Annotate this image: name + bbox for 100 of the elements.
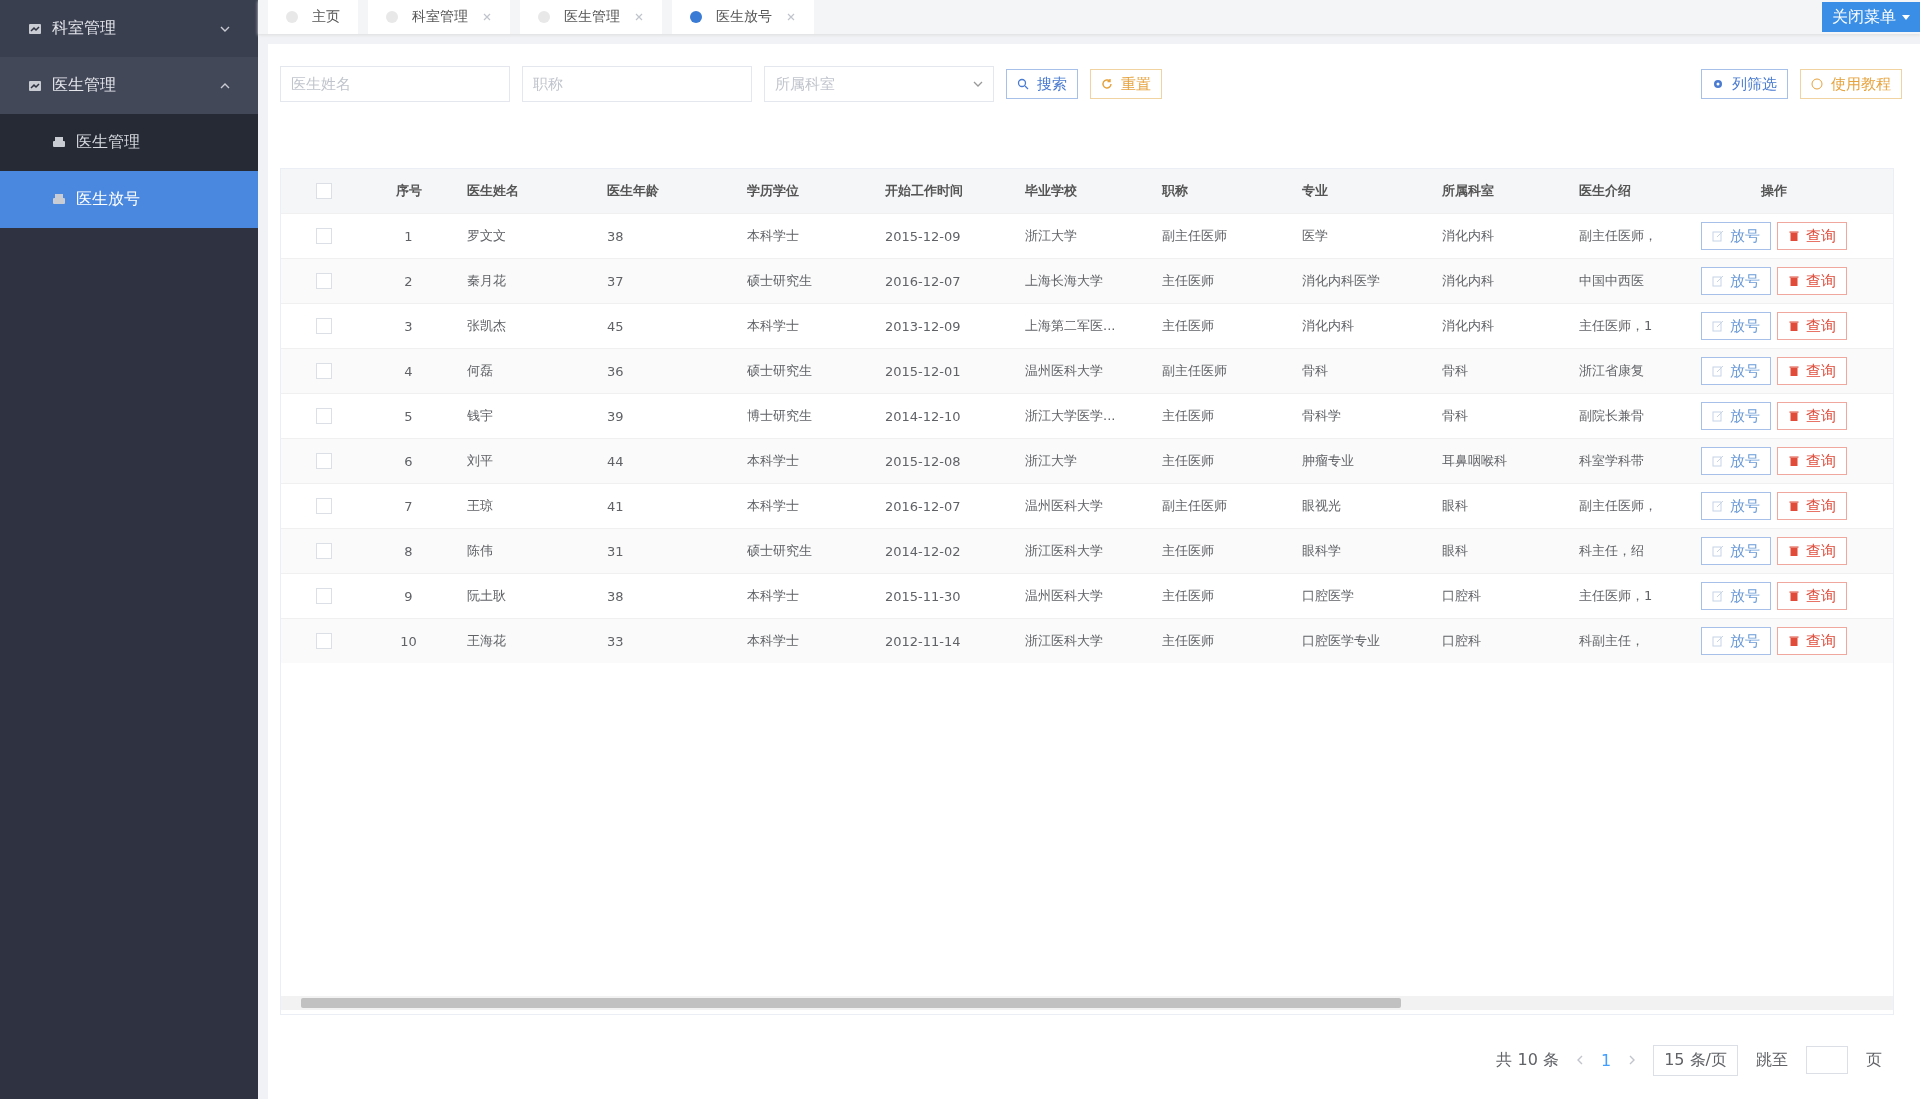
table-cell: 2014-12-02 [885, 543, 961, 559]
tab[interactable]: 医生管理 [520, 0, 662, 34]
query-button[interactable]: 查询 [1776, 312, 1847, 340]
table-cell: 41 [607, 498, 624, 514]
column-header: 学历学位 [747, 182, 799, 200]
close-icon[interactable] [634, 12, 644, 22]
release-button[interactable]: 放号 [1700, 492, 1771, 520]
table-cell: 阮土耿 [467, 587, 506, 605]
table-cell: 耳鼻咽喉科 [1442, 452, 1507, 470]
page-number[interactable]: 1 [1600, 1050, 1612, 1070]
close-icon[interactable] [786, 12, 796, 22]
menu-item[interactable]: 医生管理 [0, 57, 258, 114]
table-cell: 本科学士 [747, 587, 799, 605]
caret-icon [1902, 14, 1910, 20]
checkbox[interactable] [315, 318, 332, 334]
column-filter-button[interactable]: 列筛选 [1701, 69, 1788, 99]
tab-label: 科室管理 [412, 8, 468, 26]
query-button[interactable]: 查询 [1776, 492, 1847, 520]
checkbox[interactable] [315, 588, 332, 604]
table-cell: 刘平 [467, 452, 493, 470]
table-cell: 39 [607, 408, 624, 424]
table-cell: 张凯杰 [467, 317, 506, 335]
query-button[interactable]: 查询 [1776, 267, 1847, 295]
name-field[interactable]: 医生姓名 [280, 66, 510, 102]
page-jump-field[interactable] [1806, 1046, 1848, 1074]
menu-item[interactable]: 科室管理 [0, 0, 258, 57]
release-button[interactable]: 放号 [1700, 267, 1771, 295]
checkbox[interactable] [315, 543, 332, 559]
close-menu-button[interactable]: 关闭菜单 [1822, 2, 1920, 32]
page-suffix: 页 [1866, 1049, 1882, 1071]
total-count: 共 10 条 [1496, 1049, 1559, 1071]
table-cell: 浙江大学医学... [1025, 407, 1116, 425]
search-button[interactable]: 搜索 [1006, 69, 1078, 99]
trash-icon [1787, 545, 1800, 557]
tab[interactable]: 科室管理 [368, 0, 510, 34]
release-button[interactable]: 放号 [1700, 627, 1771, 655]
title-field[interactable]: 职称 [522, 66, 752, 102]
table-cell: 副主任医师， [1579, 227, 1656, 245]
tutorial-button[interactable]: 使用教程 [1800, 69, 1902, 99]
table-cell: 消化内科 [1442, 317, 1494, 335]
submenu-item[interactable]: 医生管理 [0, 114, 258, 171]
checkbox[interactable] [315, 453, 332, 469]
table-cell: 浙江省康复 [1579, 362, 1644, 380]
table-cell: 口腔科 [1442, 632, 1481, 650]
table-cell: 口腔医学 [1302, 587, 1354, 605]
query-button[interactable]: 查询 [1776, 222, 1847, 250]
release-button[interactable]: 放号 [1700, 537, 1771, 565]
table-cell: 2015-12-08 [885, 453, 961, 469]
query-button[interactable]: 查询 [1776, 537, 1847, 565]
table-cell: 主任医师 [1162, 407, 1214, 425]
table-cell: 消化内科医学 [1302, 272, 1380, 290]
trash-icon [1787, 365, 1800, 377]
checkbox[interactable] [315, 633, 332, 649]
tab[interactable]: 主页 [268, 0, 358, 34]
submenu-item[interactable]: 医生放号 [0, 171, 258, 228]
table-cell: 31 [607, 543, 624, 559]
table-cell: 秦月花 [467, 272, 506, 290]
query-button[interactable]: 查询 [1776, 357, 1847, 385]
column-header: 所属科室 [1442, 182, 1494, 200]
trash-icon [1787, 455, 1800, 467]
release-button[interactable]: 放号 [1700, 357, 1771, 385]
tab[interactable]: 医生放号 [672, 0, 814, 34]
query-button[interactable]: 查询 [1776, 582, 1847, 610]
edit-icon [1711, 275, 1724, 287]
jump-label: 跳至 [1756, 1049, 1788, 1071]
table-cell: 10 [400, 633, 417, 649]
next-page-button[interactable] [1629, 1055, 1636, 1065]
release-button[interactable]: 放号 [1700, 402, 1771, 430]
column-header: 医生介绍 [1579, 182, 1631, 200]
printer-icon [52, 192, 66, 207]
close-icon[interactable] [482, 12, 492, 22]
release-button[interactable]: 放号 [1700, 447, 1771, 475]
checkbox[interactable] [315, 408, 332, 424]
table-cell: 温州医科大学 [1025, 362, 1103, 380]
checkbox[interactable] [315, 228, 332, 244]
table-cell: 主任医师 [1162, 272, 1214, 290]
checkbox[interactable] [315, 273, 332, 289]
release-button[interactable]: 放号 [1700, 582, 1771, 610]
column-header: 毕业学校 [1025, 182, 1077, 200]
release-button[interactable]: 放号 [1700, 312, 1771, 340]
table-cell: 副主任医师 [1162, 227, 1227, 245]
query-button[interactable]: 查询 [1776, 402, 1847, 430]
checkbox[interactable] [315, 498, 332, 514]
trash-icon [1787, 230, 1800, 242]
previous-page-button[interactable] [1576, 1055, 1583, 1065]
reset-button[interactable]: 重置 [1090, 69, 1162, 99]
edit-icon [1711, 455, 1724, 467]
column-header: 序号 [395, 182, 422, 200]
query-button[interactable]: 查询 [1776, 447, 1847, 475]
query-button[interactable]: 查询 [1776, 627, 1847, 655]
page-size-select[interactable]: 15 条/页 [1653, 1044, 1738, 1076]
edit-icon [1711, 410, 1724, 422]
table-cell: 科室学科带 [1579, 452, 1644, 470]
table-cell: 口腔科 [1442, 587, 1481, 605]
table-cell: 33 [607, 633, 624, 649]
checkbox[interactable] [315, 183, 332, 199]
trash-icon [1787, 635, 1800, 647]
horizontal-scrollbar[interactable] [281, 996, 1893, 1010]
release-button[interactable]: 放号 [1700, 222, 1771, 250]
checkbox[interactable] [315, 363, 332, 379]
